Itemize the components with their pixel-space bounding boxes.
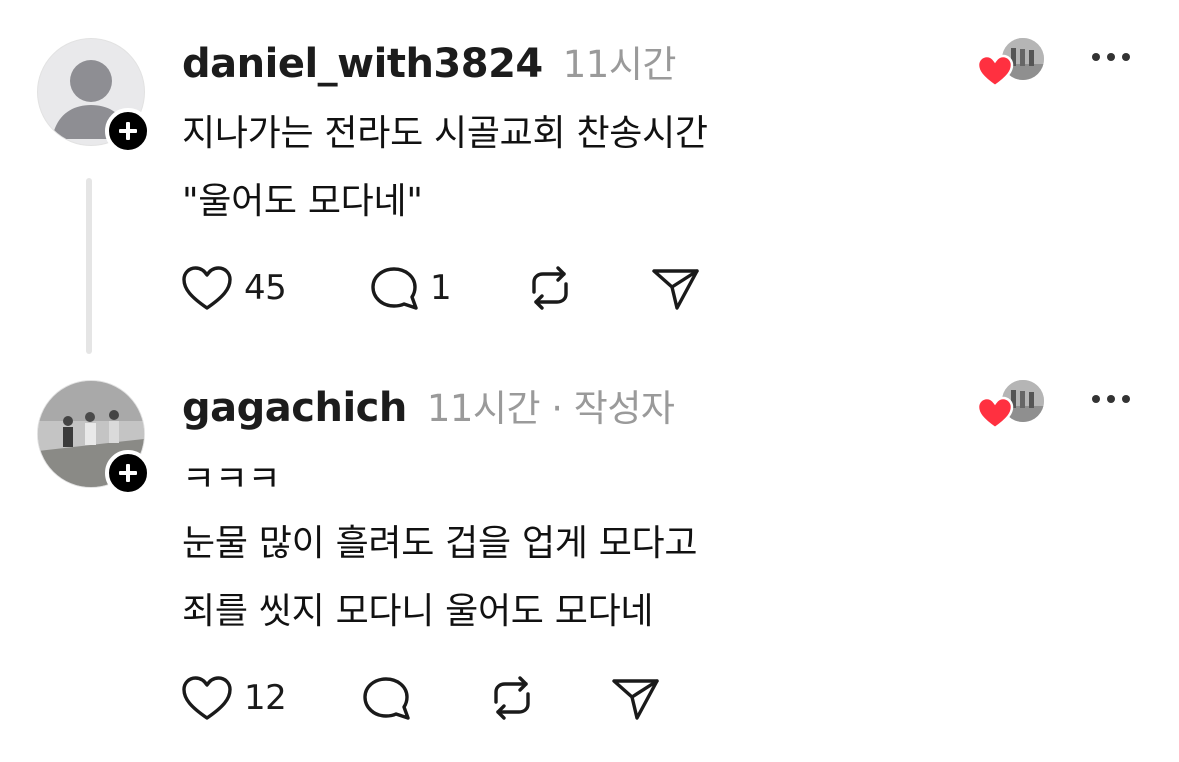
heart-icon (976, 54, 1014, 88)
reply-button[interactable] (360, 674, 412, 722)
repost-icon (532, 266, 568, 310)
post-header: daniel_with3824 11시간 (182, 34, 677, 87)
action-bar: 45 1 (180, 264, 740, 312)
repost-button[interactable] (486, 674, 538, 722)
more-icon[interactable] (1088, 384, 1134, 414)
heart-icon (182, 676, 232, 720)
post-text-line: "울어도 모다네" (182, 181, 423, 222)
heart-icon (976, 396, 1014, 430)
reply-button[interactable]: 1 (368, 264, 452, 312)
reply-icon (363, 677, 410, 720)
author-liked-indicator (976, 378, 1048, 430)
post-text-line: 눈물 많이 흘려도 겁을 업게 모다고 (182, 523, 698, 564)
share-icon (652, 269, 699, 310)
timestamp-author-label: 11시간 · 작성자 (426, 387, 675, 430)
username[interactable]: gagachich (182, 385, 407, 431)
repost-icon (494, 676, 530, 720)
like-count: 45 (244, 268, 287, 308)
like-count: 12 (244, 678, 287, 718)
like-button[interactable]: 12 (180, 674, 287, 722)
follow-plus-icon[interactable] (105, 108, 151, 154)
action-bar: 12 (180, 674, 740, 722)
follow-plus-icon[interactable] (105, 450, 151, 496)
avatar-container[interactable] (37, 380, 151, 496)
reply-icon (371, 267, 418, 310)
share-icon (612, 679, 659, 720)
thread-line (86, 178, 92, 354)
post-header: gagachich 11시간 · 작성자 (182, 378, 675, 431)
more-icon[interactable] (1088, 42, 1134, 72)
timestamp: 11시간 (562, 43, 677, 86)
post-text-line: 지나가는 전라도 시골교회 찬송시간 (182, 113, 708, 154)
like-button[interactable]: 45 (180, 264, 287, 312)
avatar-container[interactable] (37, 38, 151, 154)
username[interactable]: daniel_with3824 (182, 41, 543, 87)
share-button[interactable] (650, 264, 702, 312)
share-button[interactable] (610, 674, 662, 722)
reply-post: gagachich 11시간 · 작성자 ㅋㅋㅋ 눈물 많이 흘려도 겁을 업게… (0, 370, 1179, 762)
heart-icon (182, 266, 232, 310)
post-text-line: ㅋㅋㅋ (182, 459, 281, 500)
repost-button[interactable] (524, 264, 576, 312)
author-liked-indicator (976, 36, 1048, 88)
reply-count: 1 (430, 268, 452, 308)
post-text-line: 죄를 씻지 모다니 울어도 모다네 (182, 591, 654, 632)
reply-post: daniel_with3824 11시간 지나가는 전라도 시골교회 찬송시간 … (0, 0, 1179, 370)
